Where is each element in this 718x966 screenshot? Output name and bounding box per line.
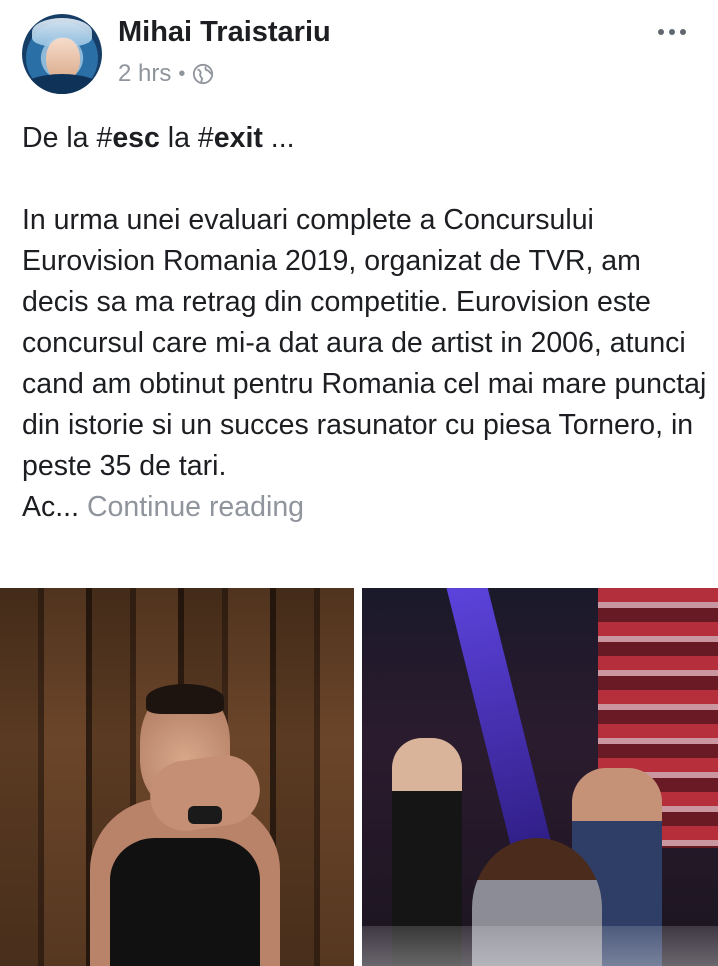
photo-grid [0, 588, 718, 966]
stage-floor [362, 926, 718, 966]
continue-reading-link[interactable]: Continue reading [87, 491, 304, 523]
post-text: De la #esc la #exit ... In urma unei eva… [22, 118, 712, 528]
more-dot [680, 29, 686, 35]
more-dot [669, 29, 675, 35]
post-first-line: De la #esc la #exit ... [22, 118, 712, 159]
post-paragraph: In urma unei evaluari complete a Concurs… [22, 204, 707, 482]
photo-stage[interactable] [362, 588, 718, 966]
truncated-text: Ac... [22, 491, 80, 523]
post-header: Mihai Traistariu 2 hrs • [0, 0, 718, 110]
text-fragment: ... [262, 122, 295, 154]
author-name[interactable]: Mihai Traistariu [118, 16, 331, 49]
more-dot [658, 29, 664, 35]
text-fragment: De la # [22, 122, 113, 154]
avatar-shoulders [22, 74, 102, 94]
text-fragment: la # [159, 122, 214, 154]
post-time[interactable]: 2 hrs [118, 60, 171, 88]
meta-separator: • [178, 62, 186, 85]
photo-shirt [110, 838, 260, 966]
hashtag-exit[interactable]: exit [214, 122, 263, 154]
photo-portrait[interactable] [0, 588, 354, 966]
photo-watch [188, 806, 222, 824]
hashtag-esc[interactable]: esc [112, 122, 160, 154]
more-options-button[interactable] [652, 18, 692, 46]
post-meta: 2 hrs • [118, 60, 214, 88]
globe-icon [193, 63, 214, 85]
avatar[interactable] [22, 14, 102, 94]
post-truncated-line: Ac... Continue reading [22, 487, 712, 528]
photo-hair [146, 684, 224, 714]
